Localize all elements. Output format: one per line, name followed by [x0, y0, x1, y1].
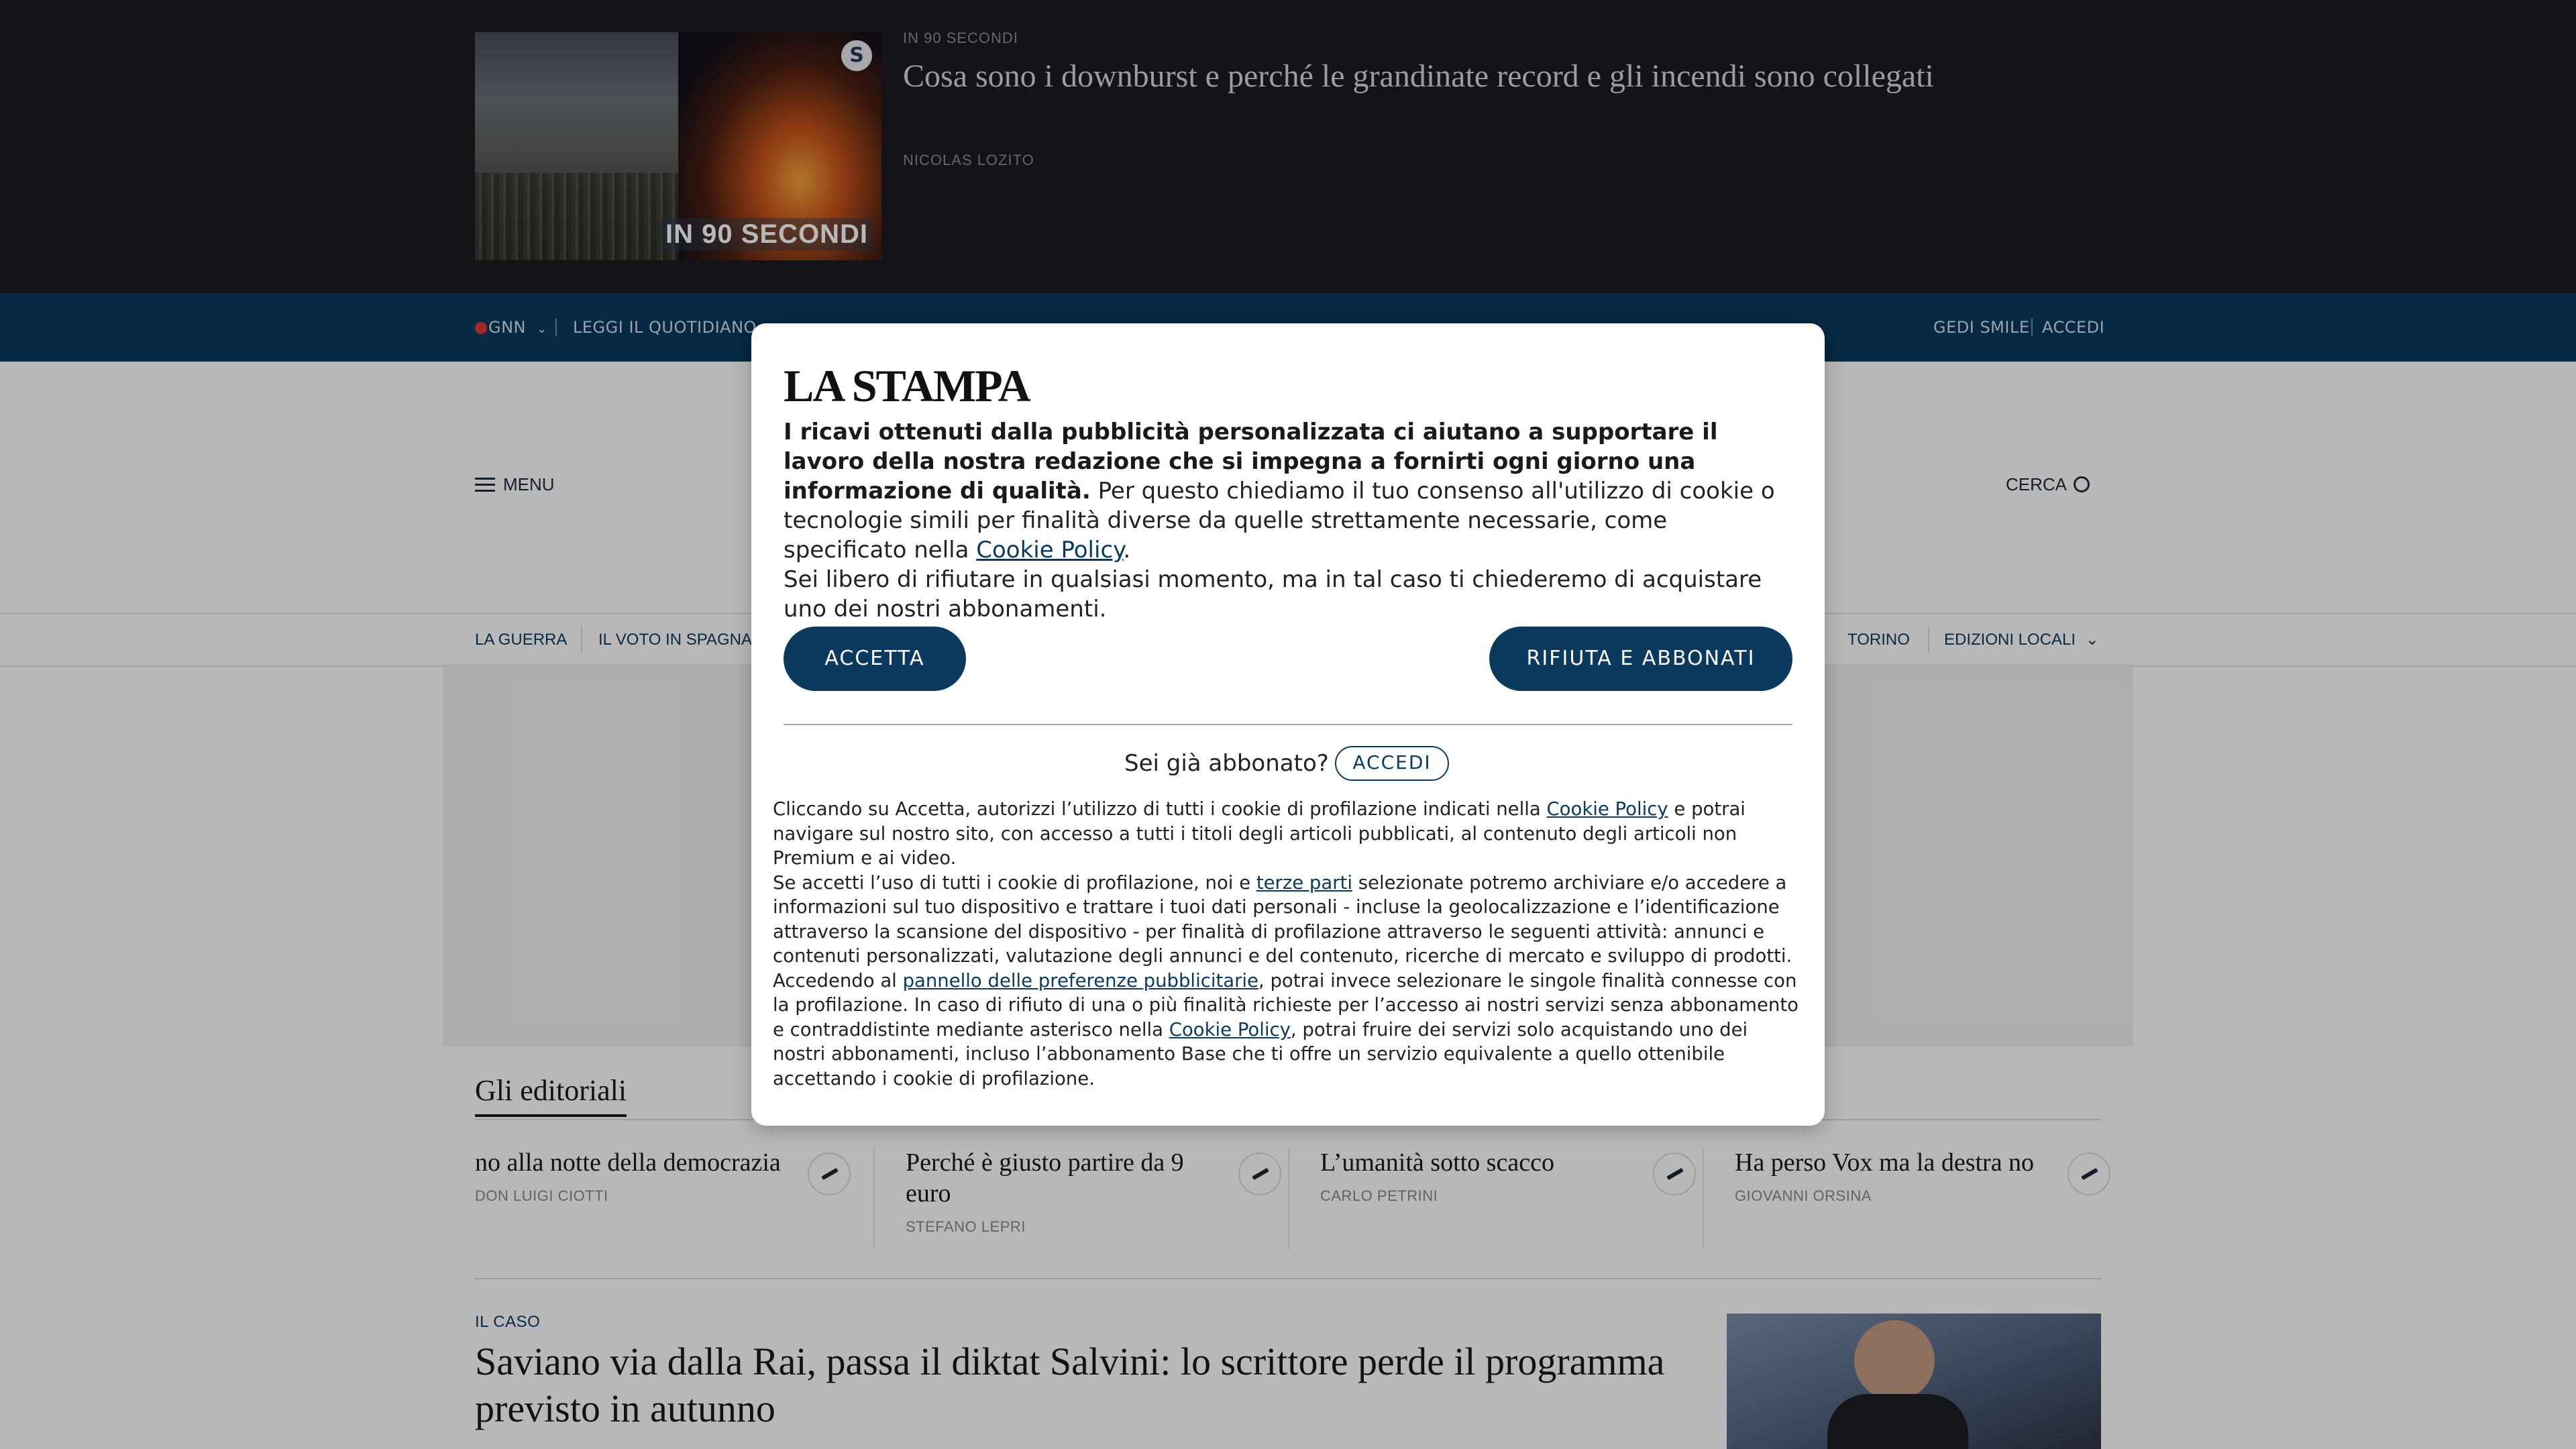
ad-preferences-link[interactable]: pannello delle preferenze pubblicitarie — [903, 970, 1258, 991]
consent-fine-print: Cliccando su Accetta, autorizzi l’utiliz… — [773, 797, 1806, 1091]
consent-intro-text: I ricavi ottenuti dalla pubblicità perso… — [784, 417, 1796, 624]
consent-intro-end: . — [1123, 537, 1131, 564]
cookie-consent-dialog: LA STAMPA I ricavi ottenuti dalla pubbli… — [751, 323, 1825, 1126]
reject-and-subscribe-button[interactable]: RIFIUTA E ABBONATI — [1489, 627, 1792, 691]
modal-login-button[interactable]: ACCEDI — [1335, 746, 1449, 781]
divider — [784, 724, 1792, 725]
consent-intro-line2: Sei libero di rifiutare in qualsiasi mom… — [784, 566, 1762, 623]
third-parties-link[interactable]: terze parti — [1256, 872, 1352, 894]
cookie-policy-link[interactable]: Cookie Policy — [1546, 798, 1668, 820]
fine-p2-a: Se accetti l’uso di tutti i cookie di pr… — [773, 871, 1256, 894]
accept-button[interactable]: ACCETTA — [784, 627, 966, 691]
la-stampa-logo: LA STAMPA — [784, 360, 1031, 411]
cookie-policy-link[interactable]: Cookie Policy — [1169, 1019, 1291, 1040]
fine-p1-a: Cliccando su Accetta, autorizzi l’utiliz… — [773, 798, 1547, 820]
already-subscribed-label: Sei già abbonato? — [1124, 750, 1329, 777]
cookie-policy-link[interactable]: Cookie Policy — [976, 537, 1123, 564]
fine-p3-a: Accedendo al — [773, 969, 903, 991]
